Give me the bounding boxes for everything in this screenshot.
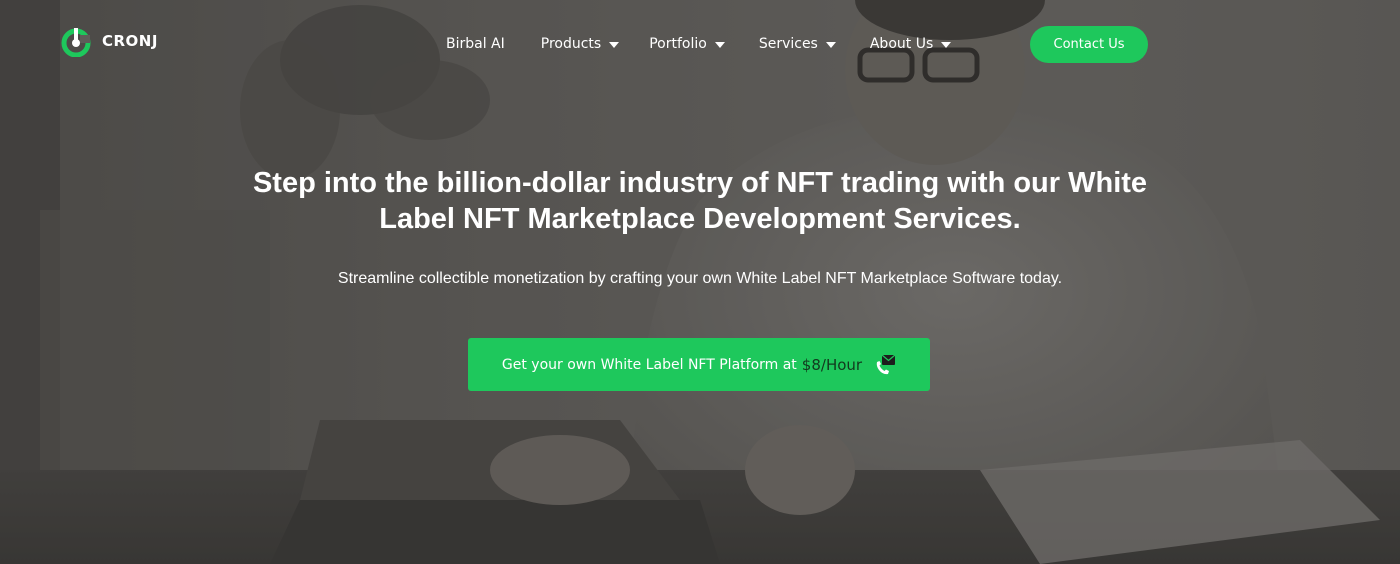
caret-down-icon bbox=[609, 41, 620, 48]
hero-headline: Step into the billion-dollar industry of… bbox=[200, 165, 1200, 237]
nav-item-label: Services bbox=[758, 36, 818, 52]
nav-item-products[interactable]: Products bbox=[540, 36, 620, 52]
cta-price: $8/Hour bbox=[801, 355, 863, 374]
hero-subheadline: Streamline collectible monetization by c… bbox=[337, 270, 1063, 287]
hero-headline-line2: Label NFT Marketplace Development Servic… bbox=[379, 203, 1021, 235]
cta-text: Get your own White Label NFT Platform at bbox=[501, 356, 797, 373]
nav-item-about-us[interactable]: About Us bbox=[869, 36, 952, 52]
nav-item-portfolio[interactable]: Portfolio bbox=[649, 36, 725, 52]
cta-button[interactable]: Get your own White Label NFT Platform at… bbox=[468, 338, 930, 391]
main-nav: Birbal AI Products Portfolio Services Ab… bbox=[446, 34, 952, 54]
phone-message-icon bbox=[876, 354, 896, 374]
nav-item-services[interactable]: Services bbox=[759, 36, 836, 52]
caret-down-icon bbox=[825, 41, 836, 48]
nav-item-label: Portfolio bbox=[649, 36, 707, 52]
brand-name: CRONJ bbox=[102, 32, 158, 50]
hero-section: CRONJ Birbal AI Products Portfolio Servi… bbox=[0, 0, 1400, 564]
nav-item-birbal-ai[interactable]: Birbal AI bbox=[446, 36, 505, 52]
cronj-logo-icon bbox=[61, 28, 91, 57]
caret-down-icon bbox=[714, 41, 725, 48]
nav-item-label: About Us bbox=[869, 36, 934, 52]
caret-down-icon bbox=[941, 41, 952, 48]
brand-logo[interactable]: CRONJ bbox=[60, 25, 158, 57]
nav-item-label: Birbal AI bbox=[446, 36, 505, 52]
nav-item-label: Products bbox=[540, 36, 602, 52]
contact-us-button[interactable]: Contact Us bbox=[1030, 26, 1148, 63]
hero-headline-line1: Step into the billion-dollar industry of… bbox=[252, 167, 1148, 199]
site-header: CRONJ Birbal AI Products Portfolio Servi… bbox=[0, 0, 1400, 90]
